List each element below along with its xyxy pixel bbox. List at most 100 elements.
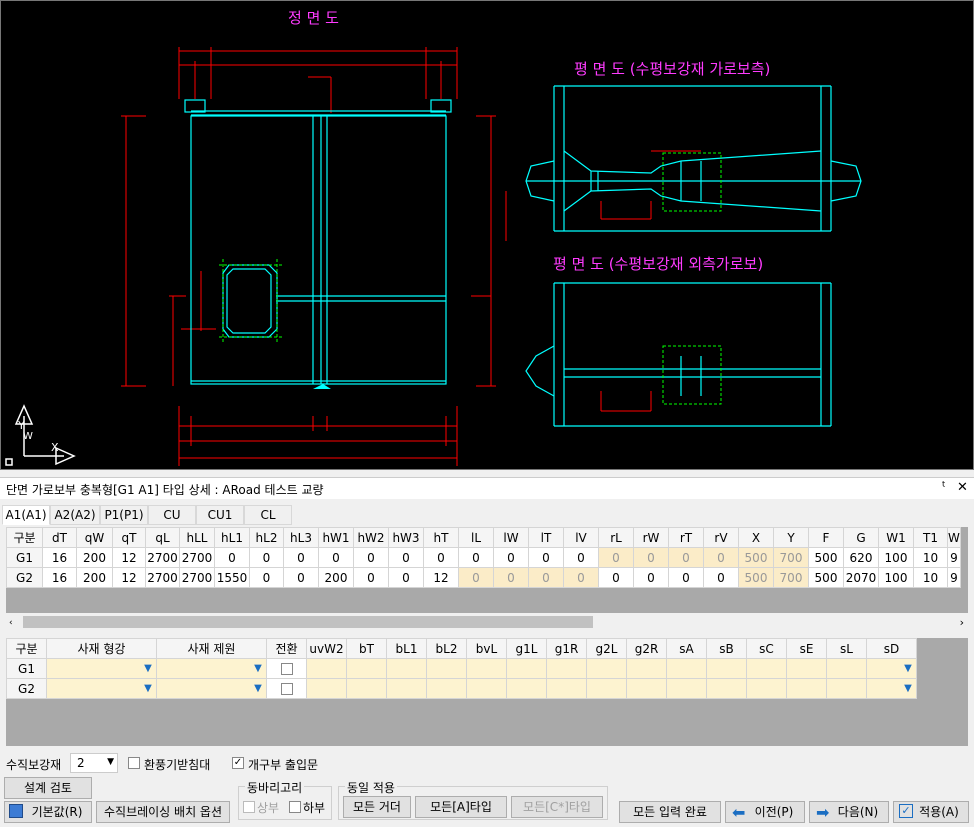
diag-column-header-11[interactable]: g2L [586, 638, 627, 659]
table-cell[interactable] [786, 678, 827, 699]
table-cell[interactable]: 0 [528, 567, 564, 588]
diag-column-header-10[interactable]: g1R [546, 638, 587, 659]
switch-checkbox[interactable] [280, 663, 293, 675]
table-cell[interactable] [386, 678, 427, 699]
column-header-ql[interactable]: qL [145, 527, 180, 548]
column-header-rl[interactable]: rL [598, 527, 634, 548]
table-cell[interactable]: 700 [773, 547, 809, 568]
all-girder-button[interactable]: 모든 거더 [343, 796, 411, 818]
column-header-hw3[interactable]: hW3 [388, 527, 424, 548]
diag-column-header-14[interactable]: sB [706, 638, 747, 659]
diag-column-header-0[interactable]: 구분 [6, 638, 47, 659]
chevron-down-icon[interactable]: ▼ [251, 681, 265, 696]
table-cell[interactable]: 0 [423, 547, 459, 568]
table-cell[interactable]: 0 [563, 567, 599, 588]
bracing-option-button[interactable]: 수직브레이싱 배치 옵션 [96, 801, 230, 823]
table-cell[interactable]: 0 [249, 567, 284, 588]
diag-column-header-9[interactable]: g1L [506, 638, 547, 659]
table-cell[interactable] [746, 658, 787, 679]
table-cell[interactable]: 0 [703, 567, 739, 588]
table-cell[interactable]: 0 [633, 567, 669, 588]
table-cell[interactable]: 2700 [179, 547, 215, 568]
table-cell[interactable]: 500 [808, 547, 844, 568]
table-cell[interactable] [586, 678, 627, 699]
table-cell[interactable]: 700 [773, 567, 809, 588]
next-button[interactable]: ➡ 다음(N) [809, 801, 889, 823]
table-cell[interactable]: 100 [878, 567, 914, 588]
chevron-down-icon[interactable]: ▼ [251, 661, 265, 676]
row-header[interactable]: G1 [6, 658, 47, 679]
table-cell[interactable] [266, 658, 307, 679]
table-cell[interactable]: 500 [808, 567, 844, 588]
table-cell[interactable] [346, 678, 387, 699]
column-header-hll[interactable]: hLL [179, 527, 215, 548]
column-header-qt[interactable]: qT [112, 527, 146, 548]
table-cell[interactable]: 9 [947, 547, 961, 568]
apply-button[interactable]: ✓ 적용(A) [893, 801, 969, 823]
column-header-hw1[interactable]: hW1 [318, 527, 354, 548]
table-cell[interactable] [466, 678, 507, 699]
table-cell[interactable]: 0 [458, 547, 494, 568]
diag-column-header-6[interactable]: bL1 [386, 638, 427, 659]
column-header-qw[interactable]: qW [76, 527, 113, 548]
table-cell[interactable] [306, 678, 347, 699]
column-header-w1[interactable]: W1 [878, 527, 914, 548]
table-cell[interactable]: 0 [668, 547, 704, 568]
table-cell[interactable]: 200 [318, 567, 354, 588]
diag-column-header-16[interactable]: sE [786, 638, 827, 659]
tab-a1[interactable]: A1(A1) [2, 505, 50, 525]
tab-p1[interactable]: P1(P1) [100, 505, 148, 525]
diag-column-header-12[interactable]: g2R [626, 638, 667, 659]
scrollbar-thumb[interactable] [23, 616, 593, 628]
table-cell[interactable]: 0 [633, 547, 669, 568]
diag-column-header-2[interactable]: 사재 제원 [156, 638, 267, 659]
table-cell[interactable] [306, 658, 347, 679]
diag-column-header-15[interactable]: sC [746, 638, 787, 659]
table-cell[interactable]: 0 [668, 567, 704, 588]
ring-top-checkbox[interactable] [243, 801, 255, 813]
vertical-stiffener-select[interactable]: 2 ▼ [70, 753, 118, 773]
table-cell[interactable]: 12 [112, 547, 146, 568]
column-header-ht[interactable]: hT [423, 527, 459, 548]
wind-checkbox[interactable] [128, 757, 140, 769]
table-cell[interactable] [786, 658, 827, 679]
column-header-lv[interactable]: lV [563, 527, 599, 548]
diag-column-header-8[interactable]: bvL [466, 638, 507, 659]
column-header-y[interactable]: Y [773, 527, 809, 548]
table-cell[interactable] [506, 678, 547, 699]
table-cell[interactable]: 10 [913, 567, 948, 588]
table-cell[interactable]: 0 [353, 547, 389, 568]
horizontal-scrollbar[interactable]: ‹ › [6, 613, 968, 631]
table-cell[interactable] [266, 678, 307, 699]
all-a-type-button[interactable]: 모든[A]타입 [415, 796, 507, 818]
table-cell[interactable]: 2700 [145, 547, 180, 568]
table-cell[interactable]: 0 [283, 567, 319, 588]
diag-column-header-1[interactable]: 사재 형강 [46, 638, 157, 659]
complete-input-button[interactable]: 모든 입력 완료 [619, 801, 721, 823]
close-icon[interactable]: ✕ [957, 480, 968, 495]
table-cell[interactable]: 0 [318, 547, 354, 568]
row-header[interactable]: G2 [6, 678, 47, 699]
column-header-x[interactable]: X [738, 527, 774, 548]
table-cell[interactable] [706, 658, 747, 679]
table-cell[interactable]: 0 [249, 547, 284, 568]
column-header-구분[interactable]: 구분 [6, 527, 43, 548]
table-cell[interactable] [546, 658, 587, 679]
chevron-down-icon[interactable]: ▼ [901, 681, 915, 696]
column-header-hl3[interactable]: hL3 [283, 527, 319, 548]
table-cell[interactable]: 2070 [843, 567, 879, 588]
diag-column-header-7[interactable]: bL2 [426, 638, 467, 659]
column-header-g[interactable]: G [843, 527, 879, 548]
column-header-t1[interactable]: T1 [913, 527, 948, 548]
table-cell[interactable]: 0 [458, 567, 494, 588]
table-cell[interactable]: 12 [423, 567, 459, 588]
scroll-left-icon[interactable]: ‹ [9, 618, 13, 628]
column-header-rt[interactable]: rT [668, 527, 704, 548]
table-cell[interactable]: 0 [598, 567, 634, 588]
table-cell[interactable]: 1550 [214, 567, 250, 588]
diag-column-header-4[interactable]: uvW2 [306, 638, 347, 659]
table-cell[interactable]: ▼ [46, 658, 157, 679]
table-cell[interactable]: 100 [878, 547, 914, 568]
chevron-down-icon[interactable]: ▼ [141, 661, 155, 676]
table-cell[interactable]: 2700 [179, 567, 215, 588]
